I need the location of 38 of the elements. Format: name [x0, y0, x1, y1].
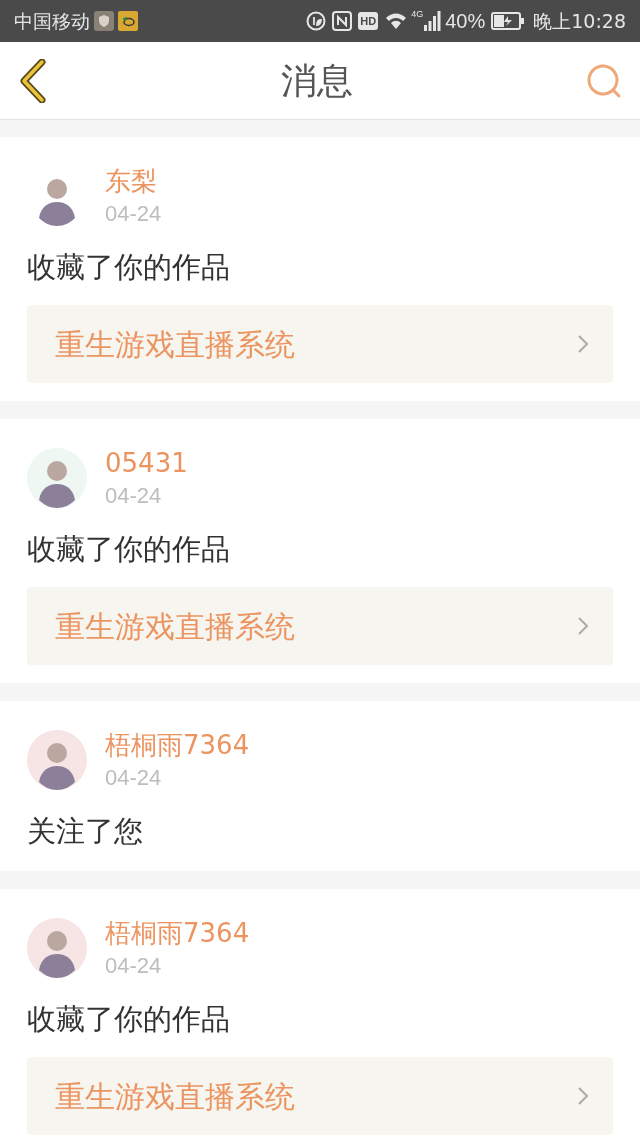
message-text: 收藏了你的作品 [27, 1001, 231, 1038]
message-date: 04-24 [105, 200, 162, 228]
work-link[interactable]: 重生游戏直播系统 [27, 1057, 613, 1135]
message-date: 04-24 [105, 482, 163, 510]
clock: 晚上10:28 [533, 8, 626, 34]
work-title: 重生游戏直播系统 [55, 607, 295, 646]
user-name[interactable]: 东梨 [105, 163, 162, 199]
user-name[interactable]: 梧桐雨7364 [105, 727, 250, 763]
chevron-right-icon [577, 616, 589, 636]
user-name[interactable]: 梧桐雨7364 [105, 915, 250, 951]
leaf-icon [306, 11, 327, 31]
carrier-name: 中国移动 [14, 8, 90, 34]
battery-percent: 40% [445, 9, 486, 34]
nfc-icon [332, 11, 353, 31]
work-link[interactable]: 重生游戏直播系统 [27, 305, 613, 383]
message-text: 收藏了你的作品 [27, 531, 231, 568]
avatar [27, 918, 87, 978]
avatar [27, 730, 87, 790]
signal-icon [423, 11, 442, 31]
hd-badge: HD [358, 12, 379, 30]
shield-icon [94, 11, 114, 31]
chevron-right-icon [577, 334, 589, 354]
network-type: 4G [411, 10, 424, 19]
page-title: 消息 [281, 58, 353, 103]
avatar [27, 448, 87, 508]
back-icon[interactable] [18, 58, 48, 103]
wifi-icon [384, 12, 409, 30]
message-date: 04-24 [105, 764, 163, 792]
work-title: 重生游戏直播系统 [55, 1077, 295, 1116]
chevron-right-icon [577, 1086, 589, 1106]
message-text: 收藏了你的作品 [27, 249, 231, 286]
message-text: 关注了您 [27, 813, 144, 850]
user-name[interactable]: 05431 [105, 445, 188, 481]
work-link[interactable]: 重生游戏直播系统 [27, 587, 613, 665]
battery-icon [491, 12, 526, 30]
app-icon [118, 11, 138, 31]
work-title: 重生游戏直播系统 [55, 325, 295, 364]
message-date: 04-24 [105, 952, 163, 980]
